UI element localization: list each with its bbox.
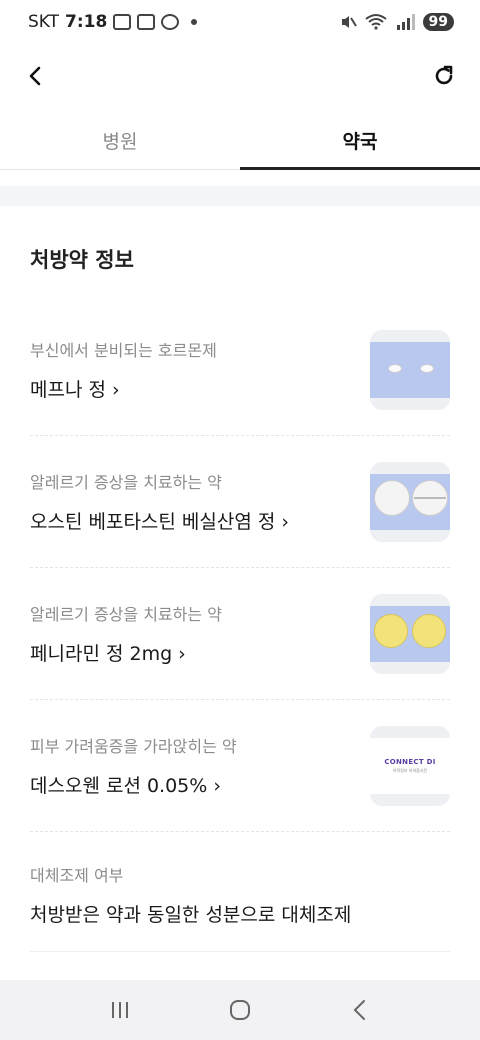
wifi-icon — [364, 14, 387, 30]
pill-photo — [370, 473, 450, 530]
status-left: SKT 7:18 — [28, 12, 198, 32]
medication-description: 알레르기 증상을 치료하는 약 — [30, 473, 222, 492]
medication-image[interactable] — [370, 329, 450, 410]
pill — [388, 363, 402, 373]
medication-name-link[interactable]: 오스틴 베포타스틴 베실산염 정 › — [30, 507, 370, 534]
medication-image[interactable] — [370, 593, 450, 674]
back-button[interactable] — [18, 58, 54, 94]
medication-description: 알레르기 증상을 치료하는 약 — [30, 605, 222, 624]
list-item[interactable]: 알레르기 증상을 치료하는 약 페니라민 정 2mg › — [30, 568, 450, 700]
substitution-value: 처방받은 약과 동일한 성분으로 대체조제 — [30, 904, 352, 926]
clock: 7:18 — [65, 12, 108, 32]
system-nav-bar — [0, 980, 480, 1040]
pill-photo — [370, 341, 450, 398]
chat-notification-icon — [161, 14, 180, 30]
gallery-notification-icon — [113, 14, 132, 30]
medication-image[interactable] — [370, 461, 450, 542]
section-title: 처방약 정보 — [30, 248, 134, 272]
medication-name-link[interactable]: 페니라민 정 2mg › — [30, 639, 370, 666]
pill — [374, 479, 410, 516]
lotion-leaflet-image: CONNECT DI 약학정보 의약품사전 — [370, 737, 450, 794]
status-bar: SKT 7:18 99 — [0, 0, 480, 44]
substitution-section: 대체조제 여부 처방받은 약과 동일한 성분으로 대체조제 — [30, 834, 450, 952]
list-item[interactable]: 알레르기 증상을 치료하는 약 오스틴 베포타스틴 베실산염 정 › — [30, 436, 450, 568]
system-back-button[interactable] — [340, 990, 380, 1030]
app-bar — [0, 48, 480, 104]
medication-text: 부신에서 분비되는 호르몬제 메프나 정 › — [30, 337, 370, 402]
pill-score-line — [414, 496, 446, 499]
medication-text: 알레르기 증상을 치료하는 약 페니라민 정 2mg › — [30, 601, 370, 666]
pill-photo — [370, 605, 450, 662]
home-icon — [230, 1000, 250, 1020]
substitution-label: 대체조제 여부 — [30, 866, 124, 885]
refresh-icon — [435, 65, 453, 85]
list-item[interactable]: 부신에서 분비되는 호르몬제 메프나 정 › — [30, 304, 450, 436]
medication-text: 피부 가려움증을 가라앉히는 약 데스오웬 로션 0.05% › — [30, 733, 370, 798]
mute-icon — [341, 16, 357, 28]
more-notifications-icon — [191, 19, 198, 25]
pill — [374, 613, 408, 648]
tab-bar: 병원 약국 — [0, 112, 480, 170]
medication-image[interactable]: CONNECT DI 약학정보 의약품사전 — [370, 725, 450, 806]
recent-apps-button[interactable] — [100, 990, 140, 1030]
carrier-label: SKT — [28, 12, 60, 32]
medication-name-link[interactable]: 데스오웬 로션 0.05% › — [30, 771, 370, 798]
back-arrow-icon — [353, 1000, 365, 1020]
signal-icon — [396, 14, 415, 30]
pill — [420, 363, 434, 373]
refresh-button[interactable] — [426, 58, 462, 94]
status-right: 99 — [339, 13, 454, 31]
section-divider — [0, 186, 480, 206]
tab-pharmacy[interactable]: 약국 — [240, 112, 480, 170]
recent-apps-icon — [112, 1002, 128, 1018]
list-item[interactable]: 피부 가려움증을 가라앉히는 약 데스오웬 로션 0.05% › CONNECT… — [30, 700, 450, 832]
pill — [412, 613, 446, 648]
medication-description: 부신에서 분비되는 호르몬제 — [30, 341, 217, 360]
medication-name-link[interactable]: 메프나 정 › — [30, 375, 370, 402]
home-button[interactable] — [220, 990, 260, 1030]
leaflet-logo: CONNECT DI — [384, 757, 436, 766]
leaflet-subtitle: 약학정보 의약품사전 — [392, 767, 428, 773]
medication-text: 알레르기 증상을 치료하는 약 오스틴 베포타스틴 베실산염 정 › — [30, 469, 370, 534]
medication-description: 피부 가려움증을 가라앉히는 약 — [30, 737, 237, 756]
chevron-left-icon — [29, 66, 41, 86]
tab-hospital[interactable]: 병원 — [0, 112, 240, 169]
battery-indicator: 99 — [422, 13, 454, 31]
medication-list: 부신에서 분비되는 호르몬제 메프나 정 › 알레르기 증상을 치료하는 약 오… — [30, 304, 450, 832]
webtoon-notification-icon — [137, 14, 156, 30]
